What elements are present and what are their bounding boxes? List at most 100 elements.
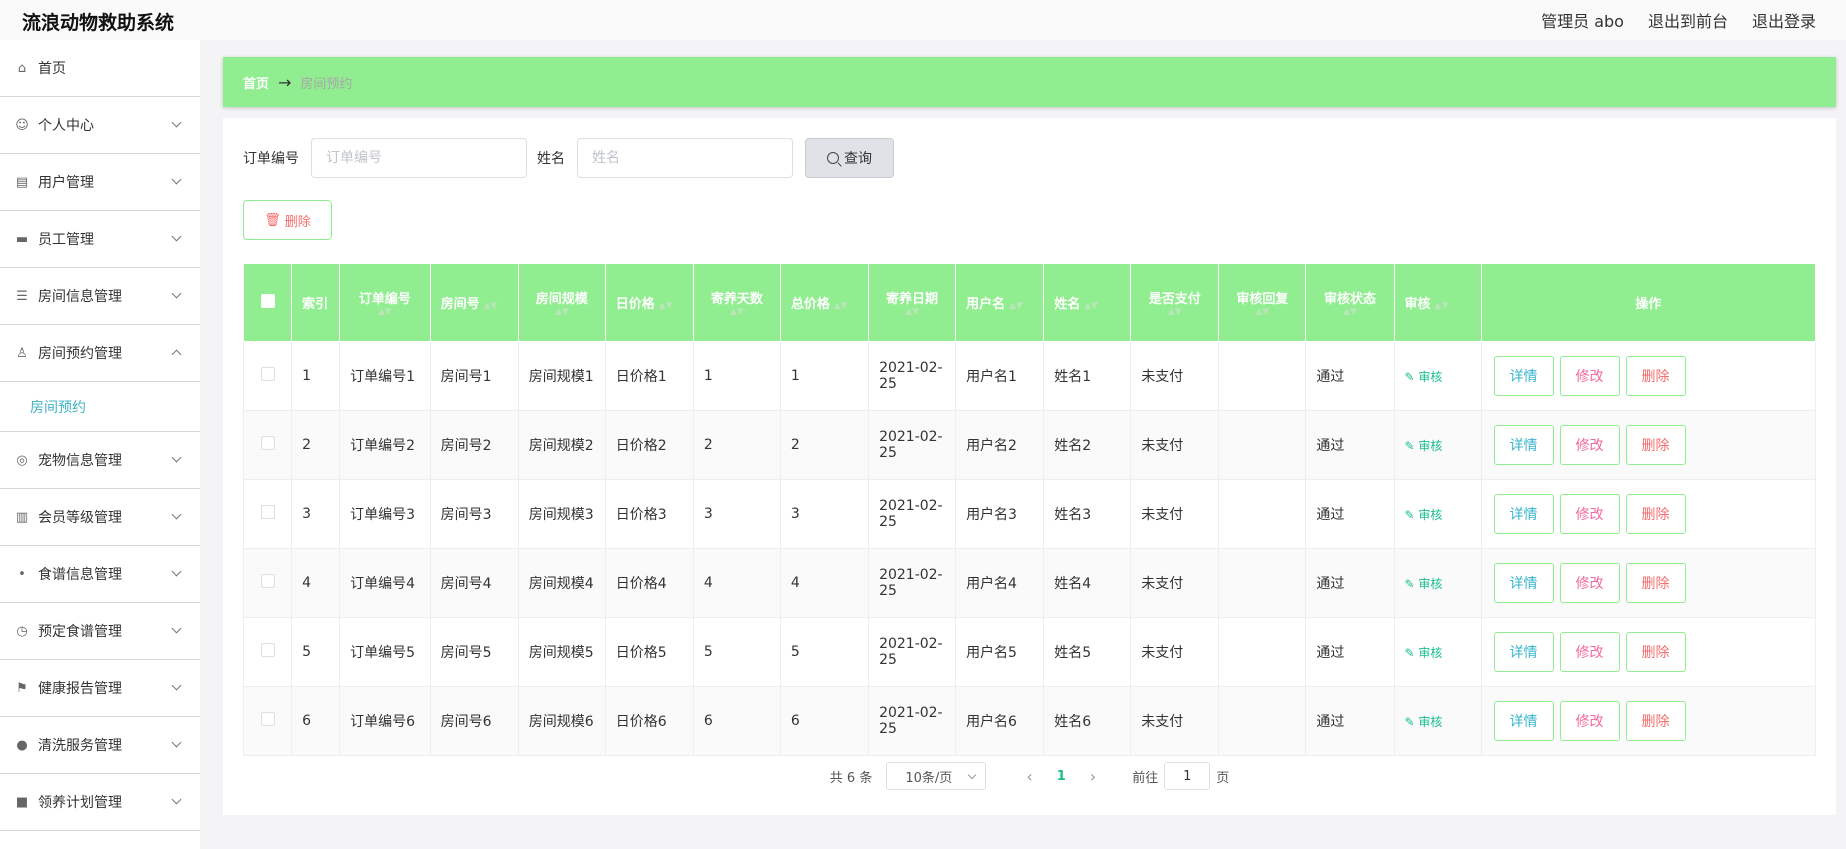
- sort-icon[interactable]: ▲▼: [1229, 307, 1295, 317]
- order-number-input[interactable]: [311, 138, 527, 178]
- name-input[interactable]: [577, 138, 793, 178]
- delete-button[interactable]: 删除: [1625, 701, 1686, 741]
- delete-button[interactable]: 删除: [1625, 632, 1686, 672]
- column-header-label: 房间号: [440, 297, 480, 312]
- sidebar-item-2[interactable]: ▤ 用户管理: [0, 154, 200, 211]
- sort-icon[interactable]: ▲▼: [879, 307, 945, 317]
- column-header[interactable]: 总价格 ▲▼: [779, 263, 870, 342]
- prev-page-icon[interactable]: ‹: [1026, 767, 1032, 786]
- detail-button[interactable]: 详情: [1493, 632, 1554, 672]
- sidebar-item-label: 清洗服务管理: [38, 738, 122, 754]
- delete-button[interactable]: 删除: [1625, 425, 1686, 465]
- sort-icon[interactable]: ▲▼: [1141, 307, 1208, 317]
- column-header[interactable]: 房间号 ▲▼: [429, 263, 519, 342]
- column-header[interactable]: 是否支付 ▲▼: [1130, 263, 1220, 342]
- row-checkbox[interactable]: [260, 367, 275, 381]
- sort-icon[interactable]: ▲▼: [1009, 301, 1023, 311]
- sidebar-item-label: 首页: [38, 61, 66, 77]
- column-header[interactable]: 用户名 ▲▼: [955, 263, 1045, 342]
- sidebar-item-4[interactable]: ☰ 房间信息管理: [0, 268, 200, 325]
- cell-reply: [1218, 548, 1307, 618]
- edit-button[interactable]: 修改: [1559, 701, 1620, 741]
- audit-link[interactable]: ✎ 审核: [1405, 370, 1443, 384]
- table-row: 2 订单编号2 房间号2 房间规模2 日价格2 2 2 2021-02-25 用户名2 姓名2 未支…: [242, 410, 1817, 480]
- row-checkbox[interactable]: [260, 436, 275, 450]
- sidebar-item-0[interactable]: ⌂ 首页: [0, 40, 200, 97]
- column-header-label: 总价格: [790, 297, 830, 312]
- sidebar-item-9[interactable]: ◷ 预定食谱管理: [0, 603, 200, 660]
- audit-link[interactable]: ✎ 审核: [1405, 508, 1443, 522]
- column-header[interactable]: 房间规模 ▲▼: [517, 263, 606, 342]
- row-checkbox[interactable]: [260, 574, 275, 588]
- query-button[interactable]: 查询: [805, 138, 894, 178]
- delete-button[interactable]: 删除: [1625, 494, 1686, 534]
- edit-button[interactable]: 修改: [1559, 356, 1620, 396]
- sidebar-item-label: 预定食谱管理: [38, 624, 122, 640]
- edit-button[interactable]: 修改: [1559, 494, 1620, 534]
- sort-icon[interactable]: ▲▼: [484, 301, 498, 311]
- search-icon: [827, 152, 839, 164]
- cell-room: 房间号4: [429, 548, 519, 618]
- chevron-down-icon: [171, 288, 182, 299]
- sidebar-item-5[interactable]: ♙ 房间预约管理: [0, 325, 200, 382]
- sort-icon[interactable]: ▲▼: [1435, 301, 1449, 311]
- exit-to-frontend-link[interactable]: 退出到前台: [1648, 8, 1728, 32]
- sort-icon[interactable]: ▲▼: [659, 301, 673, 311]
- edit-button[interactable]: 修改: [1559, 425, 1620, 465]
- row-checkbox[interactable]: [260, 643, 275, 657]
- goto-page-input[interactable]: [1164, 762, 1211, 790]
- cell-date: 2021-02-25: [868, 548, 957, 618]
- cell-paid: 未支付: [1130, 410, 1220, 480]
- column-header[interactable]: 审核回复 ▲▼: [1218, 263, 1307, 342]
- audit-link[interactable]: ✎ 审核: [1405, 646, 1443, 660]
- sidebar-item-12[interactable]: ■ 领养计划管理: [0, 774, 200, 831]
- cell-order: 订单编号3: [339, 479, 431, 549]
- page-size-select[interactable]: 10条/页: [886, 762, 987, 790]
- sidebar-item-10[interactable]: ⚑ 健康报告管理: [0, 660, 200, 717]
- row-checkbox[interactable]: [260, 712, 275, 726]
- batch-delete-button[interactable]: 🗑 删除: [243, 200, 332, 240]
- sort-icon[interactable]: ▲▼: [529, 307, 595, 317]
- chevron-down-icon: [968, 770, 977, 780]
- sort-icon[interactable]: ▲▼: [704, 307, 770, 317]
- sidebar-item-11[interactable]: ● 清洗服务管理: [0, 717, 200, 774]
- edit-button[interactable]: 修改: [1559, 563, 1620, 603]
- next-page-icon[interactable]: ›: [1090, 767, 1096, 786]
- column-header[interactable]: 索引: [291, 263, 341, 342]
- row-checkbox[interactable]: [260, 505, 275, 519]
- cell-name: 姓名5: [1043, 617, 1132, 687]
- sidebar-item-6[interactable]: ◎ 宠物信息管理: [0, 432, 200, 489]
- sidebar-item-8[interactable]: • 食谱信息管理: [0, 546, 200, 603]
- column-header[interactable]: 姓名 ▲▼: [1043, 263, 1132, 342]
- sort-icon[interactable]: ▲▼: [834, 301, 848, 311]
- sort-icon[interactable]: ▲▼: [350, 307, 419, 317]
- column-header[interactable]: 寄养日期 ▲▼: [868, 263, 957, 342]
- column-header[interactable]: 寄养天数 ▲▼: [692, 263, 781, 342]
- delete-button[interactable]: 删除: [1625, 563, 1686, 603]
- page-number-current[interactable]: 1: [1057, 769, 1066, 784]
- delete-button[interactable]: 删除: [1625, 356, 1686, 396]
- audit-link[interactable]: ✎ 审核: [1405, 577, 1443, 591]
- detail-button[interactable]: 详情: [1493, 701, 1554, 741]
- sidebar-item-7[interactable]: ▥ 会员等级管理: [0, 489, 200, 546]
- detail-button[interactable]: 详情: [1493, 356, 1554, 396]
- edit-button[interactable]: 修改: [1559, 632, 1620, 672]
- sidebar-item-3[interactable]: ▬ 员工管理: [0, 211, 200, 268]
- audit-link[interactable]: ✎ 审核: [1405, 439, 1443, 453]
- detail-button[interactable]: 详情: [1493, 563, 1554, 603]
- column-header[interactable]: 订单编号 ▲▼: [339, 263, 431, 342]
- sort-icon[interactable]: ▲▼: [1316, 307, 1383, 317]
- sidebar-item-1[interactable]: ☺ 个人中心: [0, 97, 200, 154]
- sidebar-subitem-room-booking[interactable]: 房间预约: [0, 382, 200, 432]
- detail-button[interactable]: 详情: [1493, 425, 1554, 465]
- sort-icon[interactable]: ▲▼: [1084, 301, 1098, 311]
- audit-link[interactable]: ✎ 审核: [1405, 715, 1443, 729]
- admin-user-label[interactable]: 管理员 abo: [1541, 8, 1624, 32]
- logout-link[interactable]: 退出登录: [1752, 8, 1816, 32]
- detail-button[interactable]: 详情: [1493, 494, 1554, 534]
- column-header[interactable]: 审核 ▲▼: [1393, 263, 1482, 342]
- column-header[interactable]: 审核状态 ▲▼: [1305, 263, 1395, 342]
- breadcrumb-home[interactable]: 首页: [243, 73, 269, 92]
- select-all-checkbox[interactable]: [260, 293, 275, 308]
- column-header[interactable]: 日价格 ▲▼: [604, 263, 694, 342]
